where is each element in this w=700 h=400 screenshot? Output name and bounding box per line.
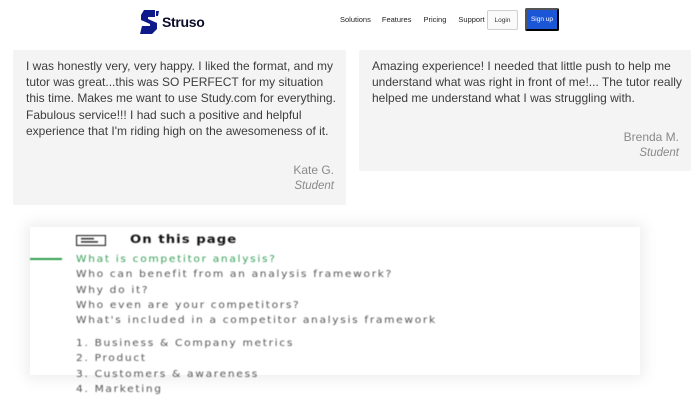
nav-link-support[interactable]: Support bbox=[458, 15, 484, 24]
brand-logo[interactable]: Struso bbox=[140, 8, 205, 36]
top-navbar: Struso Solutions Features Pricing Suppor… bbox=[0, 0, 700, 44]
toc-item[interactable]: 4. Marketing bbox=[76, 384, 163, 395]
toc-item[interactable]: Who even are your competitors? bbox=[76, 300, 300, 311]
testimonial-role: Student bbox=[294, 180, 334, 192]
nav-link-features[interactable]: Features bbox=[382, 15, 412, 24]
nav-link-pricing[interactable]: Pricing bbox=[423, 15, 446, 24]
toc-item[interactable]: 2. Product bbox=[76, 353, 147, 364]
toc-item[interactable]: What's included in a competitor analysis… bbox=[76, 316, 524, 326]
brand-name: Struso bbox=[162, 14, 205, 30]
testimonial-quote: I was honestly very, very happy. I liked… bbox=[26, 59, 336, 138]
toc-item[interactable]: Why do it? bbox=[76, 285, 149, 296]
testimonial-card: I was honestly very, very happy. I liked… bbox=[13, 50, 346, 205]
table-of-contents: On this page What is competitor analysis… bbox=[30, 227, 640, 395]
toc-item-active[interactable]: What is competitor analysis? bbox=[76, 254, 277, 265]
testimonial-card: Amazing experience! I needed that little… bbox=[359, 50, 691, 171]
login-button[interactable]: Login bbox=[487, 10, 518, 30]
testimonial-author: Brenda M. bbox=[623, 130, 679, 144]
main-nav: Solutions Features Pricing Support bbox=[340, 15, 497, 24]
testimonial-author: Kate G. bbox=[293, 163, 334, 177]
list-icon bbox=[76, 235, 106, 246]
toc-item[interactable]: 3. Customers & awareness bbox=[76, 369, 259, 380]
toc-item[interactable]: 1. Business & Company metrics bbox=[76, 338, 294, 349]
testimonial-quote: Amazing experience! I needed that little… bbox=[372, 59, 682, 106]
logo-icon bbox=[140, 10, 159, 34]
testimonial-role: Student bbox=[639, 147, 679, 159]
toc-active-indicator bbox=[30, 258, 62, 260]
nav-link-solutions[interactable]: Solutions bbox=[340, 15, 371, 24]
signup-button[interactable]: Sign up bbox=[525, 8, 559, 31]
toc-item[interactable]: Who can benefit from an analysis framewo… bbox=[76, 269, 393, 280]
toc-heading: On this page bbox=[130, 232, 238, 246]
